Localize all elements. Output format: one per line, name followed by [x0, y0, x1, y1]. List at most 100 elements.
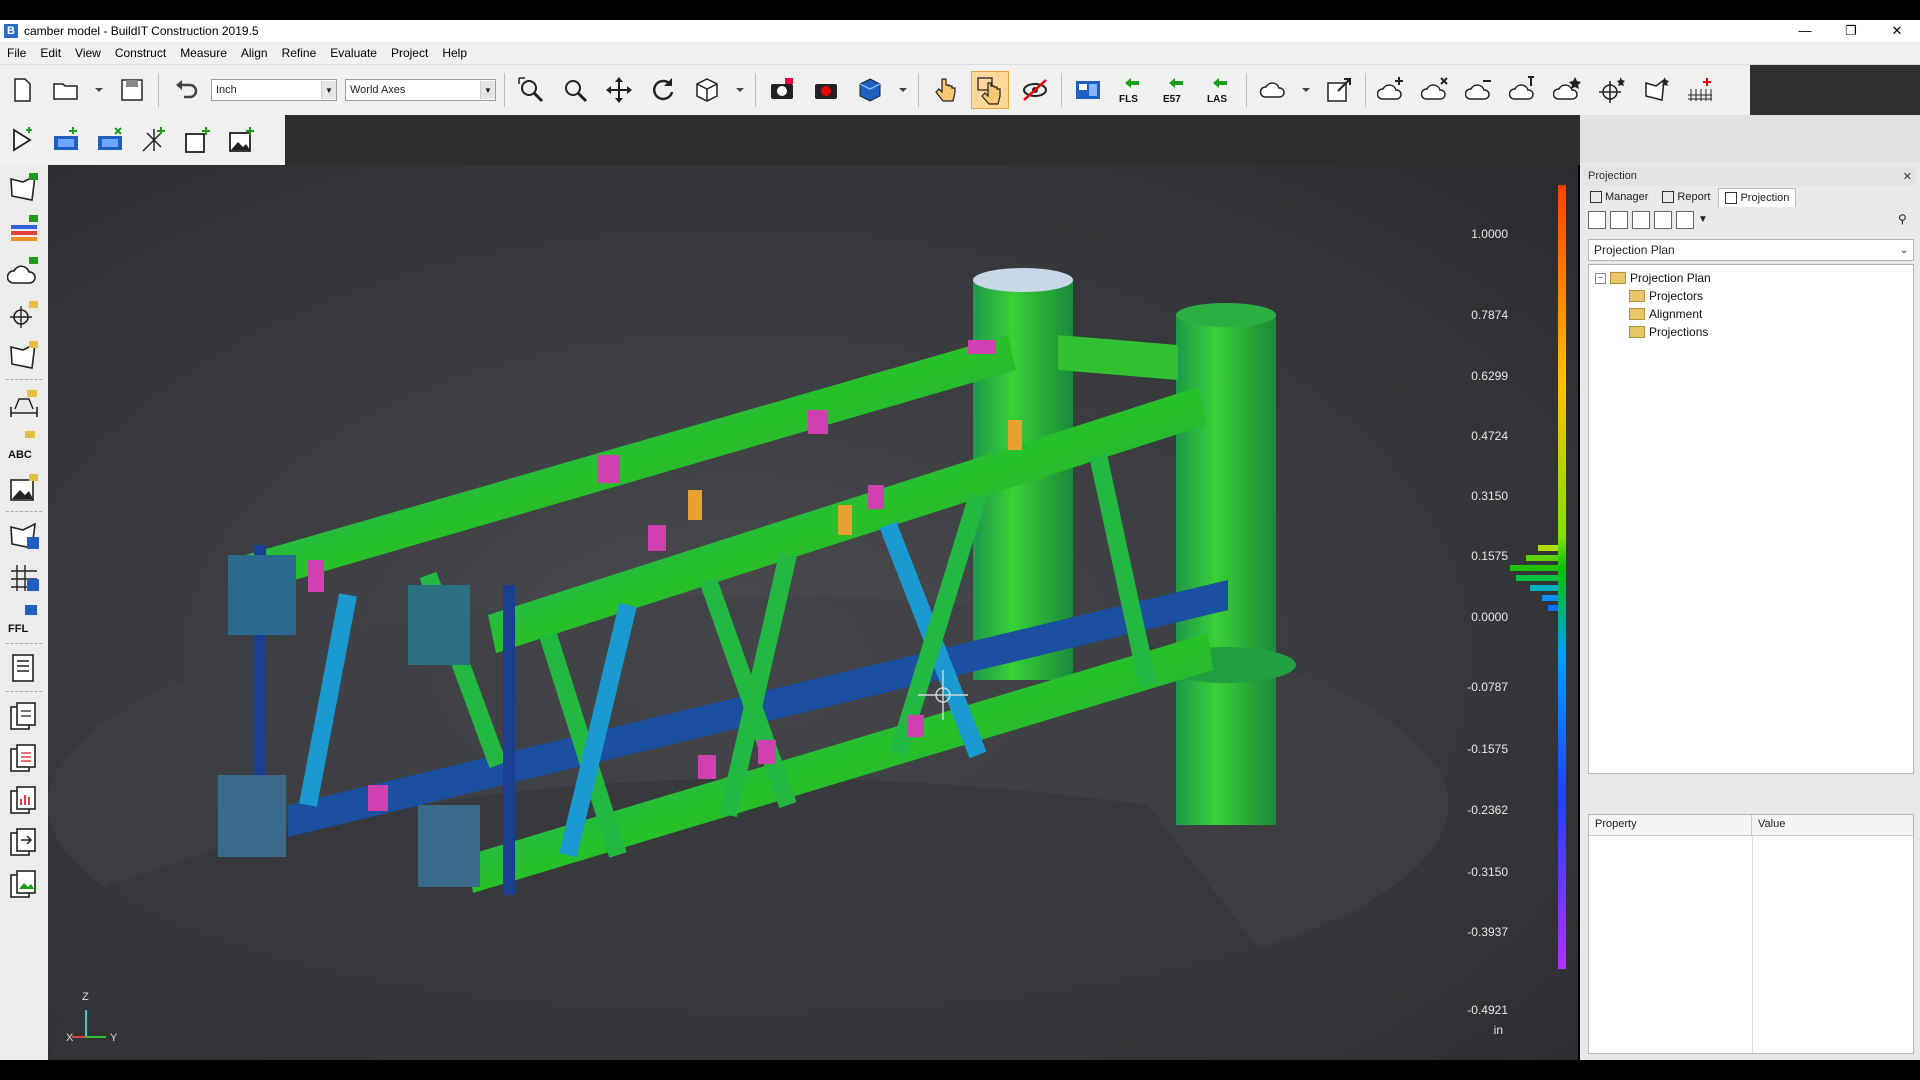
- property-column-header[interactable]: Property: [1589, 815, 1752, 835]
- minimize-button[interactable]: —: [1782, 20, 1828, 42]
- hide-button[interactable]: [1017, 72, 1053, 108]
- add-image-button[interactable]: [224, 122, 260, 158]
- cloud-compare-button[interactable]: [4, 253, 44, 291]
- pin-icon[interactable]: ⚲: [1898, 212, 1914, 228]
- units-select[interactable]: Inch ▼: [211, 79, 337, 101]
- menu-help[interactable]: Help: [442, 46, 467, 60]
- pick-select-button[interactable]: [971, 71, 1009, 109]
- grid-tool-button[interactable]: [1682, 72, 1718, 108]
- surface-inspect-button[interactable]: [4, 337, 44, 375]
- open-file-button[interactable]: [48, 72, 84, 108]
- plan-settings-icon[interactable]: [1676, 211, 1694, 229]
- menu-file[interactable]: File: [7, 46, 26, 60]
- report-chart-button[interactable]: [4, 781, 44, 819]
- report-image-button[interactable]: [4, 865, 44, 903]
- tab-projection[interactable]: Projection: [1718, 187, 1797, 207]
- surface-tool-button[interactable]: [4, 169, 44, 207]
- tab-label: Projection: [1740, 191, 1790, 204]
- menu-measure[interactable]: Measure: [180, 46, 227, 60]
- floor-flatness-button[interactable]: FFL: [4, 601, 44, 639]
- render-mode-button[interactable]: [852, 72, 888, 108]
- cloud-subtract-button[interactable]: [1462, 72, 1498, 108]
- report-add-button[interactable]: [4, 697, 44, 735]
- crosshair-icon: [10, 301, 38, 328]
- import-fls-button[interactable]: FLS: [1114, 72, 1150, 108]
- open-dropdown-button[interactable]: [89, 72, 109, 108]
- menu-edit[interactable]: Edit: [40, 46, 61, 60]
- cloud-add-button[interactable]: [1374, 72, 1410, 108]
- cloud-segment-button[interactable]: [1506, 72, 1542, 108]
- chevron-down-icon[interactable]: ▼: [1698, 212, 1714, 228]
- tree-root[interactable]: − Projection Plan: [1595, 271, 1711, 285]
- record-snapshot-button[interactable]: [808, 72, 844, 108]
- view-cube-button[interactable]: [689, 72, 725, 108]
- axes-select[interactable]: World Axes ▼: [345, 79, 496, 101]
- add-frame-button[interactable]: [180, 122, 216, 158]
- point-cloud-model[interactable]: Z X Y: [48, 165, 1578, 1060]
- point-target-button[interactable]: [4, 295, 44, 333]
- menu-project[interactable]: Project: [391, 46, 428, 60]
- close-button[interactable]: ✕: [1874, 20, 1920, 42]
- report-page-button[interactable]: [4, 649, 44, 687]
- scale-tick-label: 0.3150: [1471, 489, 1508, 503]
- annotation-button[interactable]: ABC: [4, 427, 44, 465]
- rotate-button[interactable]: [645, 72, 681, 108]
- colormap-tool-button[interactable]: [4, 211, 44, 249]
- import-las-icon: LAS: [1207, 78, 1227, 105]
- projector-add-button[interactable]: [48, 122, 84, 158]
- play-button[interactable]: [4, 122, 40, 158]
- tab-report[interactable]: Report: [1656, 188, 1716, 206]
- tree-root-label: Projection Plan: [1630, 271, 1711, 285]
- import-e57-button[interactable]: E57: [1158, 72, 1194, 108]
- menu-align[interactable]: Align: [241, 46, 268, 60]
- zoom-window-button[interactable]: [557, 72, 593, 108]
- new-file-button[interactable]: [4, 72, 40, 108]
- tree-item-projections[interactable]: Projections: [1629, 325, 1708, 339]
- cloud-tool-dropdown[interactable]: [1296, 72, 1316, 108]
- tree-item-alignment[interactable]: Alignment: [1629, 307, 1702, 321]
- projector-align-button[interactable]: [92, 122, 128, 158]
- laser-point-button[interactable]: [136, 122, 172, 158]
- projection-plan-select[interactable]: Projection Plan ⌄: [1588, 239, 1914, 261]
- snapshot-button[interactable]: [764, 72, 800, 108]
- menu-construct[interactable]: Construct: [115, 46, 166, 60]
- value-column-header[interactable]: Value: [1752, 815, 1791, 835]
- import-las-button[interactable]: LAS: [1202, 72, 1238, 108]
- edit-plan-icon[interactable]: [1632, 211, 1650, 229]
- save-button[interactable]: [114, 72, 150, 108]
- collapse-icon[interactable]: −: [1595, 272, 1606, 284]
- shape-star-button[interactable]: [1638, 72, 1674, 108]
- tree-item-projectors[interactable]: Projectors: [1629, 289, 1703, 303]
- annotation-icon: ABC: [8, 431, 35, 461]
- export-plan-icon[interactable]: [1654, 211, 1672, 229]
- 3d-viewport[interactable]: Z X Y 1.0000 0.7874 0.6299 0.4724 0.3150 0.15…: [48, 165, 1578, 1060]
- report-surface-button[interactable]: [4, 517, 44, 555]
- select-hand-button[interactable]: [927, 72, 963, 108]
- image-annotation-icon: [10, 474, 38, 501]
- cloud-tool-button[interactable]: [1255, 72, 1291, 108]
- property-grid: Property Value: [1588, 814, 1914, 1054]
- cloud-filter-button[interactable]: [1418, 72, 1454, 108]
- report-export-button[interactable]: [4, 823, 44, 861]
- restore-button[interactable]: ❐: [1828, 20, 1874, 42]
- import-model-button[interactable]: [1070, 72, 1106, 108]
- render-dropdown-button[interactable]: [893, 72, 913, 108]
- report-grid-button[interactable]: [4, 559, 44, 597]
- report-table-button[interactable]: [4, 739, 44, 777]
- export-button[interactable]: [1321, 72, 1357, 108]
- image-annotation-button[interactable]: [4, 469, 44, 507]
- view-dropdown-button[interactable]: [730, 72, 750, 108]
- menu-evaluate[interactable]: Evaluate: [330, 46, 377, 60]
- menu-refine[interactable]: Refine: [282, 46, 317, 60]
- zoom-extents-button[interactable]: [513, 72, 549, 108]
- new-plan-icon[interactable]: [1588, 211, 1606, 229]
- projector-icon[interactable]: [1610, 211, 1628, 229]
- menu-view[interactable]: View: [75, 46, 101, 60]
- tab-manager[interactable]: Manager: [1584, 188, 1654, 206]
- dimension-button[interactable]: [4, 385, 44, 423]
- cloud-star-button[interactable]: [1550, 72, 1586, 108]
- undo-button[interactable]: [167, 72, 203, 108]
- pan-button[interactable]: [601, 72, 637, 108]
- panel-close-icon[interactable]: ✕: [1903, 170, 1916, 183]
- target-star-button[interactable]: [1594, 72, 1630, 108]
